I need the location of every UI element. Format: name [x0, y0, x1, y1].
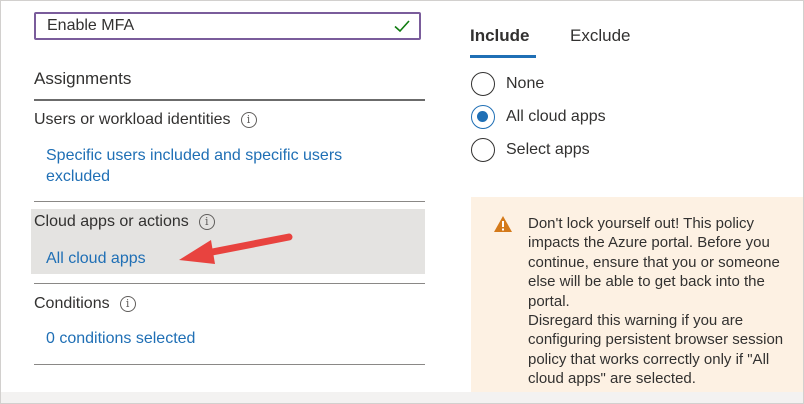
radio-none[interactable]: None — [471, 72, 544, 96]
users-row-label: Users or workload identities i — [34, 111, 257, 129]
conditional-access-panel: Enable MFA Assignments Users or workload… — [0, 0, 804, 404]
tab-include[interactable]: Include — [470, 26, 530, 46]
warning-line: else will be able to get back into the — [528, 273, 765, 291]
users-link-line-1: Specific users included and specific use… — [46, 147, 343, 164]
radio-button-selected[interactable] — [471, 105, 495, 129]
warning-line: Don't lock yourself out! This policy — [528, 215, 755, 232]
info-icon[interactable]: i — [240, 112, 257, 128]
radio-button[interactable] — [471, 72, 495, 96]
users-link-line-2: excluded — [46, 168, 111, 185]
info-icon[interactable]: i — [119, 296, 136, 312]
warning-line: cloud apps" are selected. — [528, 370, 696, 388]
warning-line: impacts the Azure portal. Before you — [528, 234, 770, 252]
warning-line: portal. — [528, 292, 570, 310]
conditions-row-label: Conditions i — [34, 295, 136, 313]
conditions-link[interactable]: 0 conditions selected — [46, 328, 195, 349]
divider — [34, 283, 425, 284]
divider — [34, 201, 425, 202]
red-arrow — [179, 233, 293, 264]
cloud-apps-link[interactable]: All cloud apps — [46, 248, 146, 269]
warning-line: configuring persistent browser session — [528, 331, 784, 349]
warning-text: Don't lock yourself out! This policy imp… — [528, 214, 803, 389]
radio-all-cloud-apps[interactable]: All cloud apps — [471, 105, 606, 129]
radio-label: All cloud apps — [506, 108, 606, 125]
radio-label: Select apps — [506, 141, 590, 158]
assignments-heading: Assignments — [34, 69, 132, 88]
users-link[interactable]: Specific users included and specific use… — [46, 145, 342, 187]
info-icon[interactable]: i — [198, 214, 215, 230]
lockout-warning: Don't lock yourself out! This policy imp… — [471, 197, 803, 393]
divider — [34, 99, 425, 101]
conditions-label: Conditions — [34, 295, 110, 312]
cloud-apps-label: Cloud apps or actions — [34, 213, 189, 230]
radio-label: None — [506, 75, 545, 92]
divider — [34, 364, 425, 365]
assignments-panel: Enable MFA Assignments Users or workload… — [1, 1, 441, 403]
users-label: Users or workload identities — [34, 111, 231, 128]
warning-line: continue, ensure that you or someone — [528, 253, 780, 271]
tab-include-underline — [470, 55, 536, 58]
check-icon — [394, 20, 410, 33]
warning-line: Disregard this warning if you are — [528, 312, 744, 330]
radio-select-apps[interactable]: Select apps — [471, 138, 590, 162]
warning-line: policy that works correctly only if "All — [528, 350, 770, 368]
radio-button[interactable] — [471, 138, 495, 162]
tab-exclude[interactable]: Exclude — [570, 26, 630, 46]
policy-name-value: Enable MFA — [47, 17, 135, 34]
bottom-border — [1, 392, 803, 403]
policy-name-input[interactable]: Enable MFA — [34, 12, 421, 40]
warning-icon — [494, 216, 512, 232]
